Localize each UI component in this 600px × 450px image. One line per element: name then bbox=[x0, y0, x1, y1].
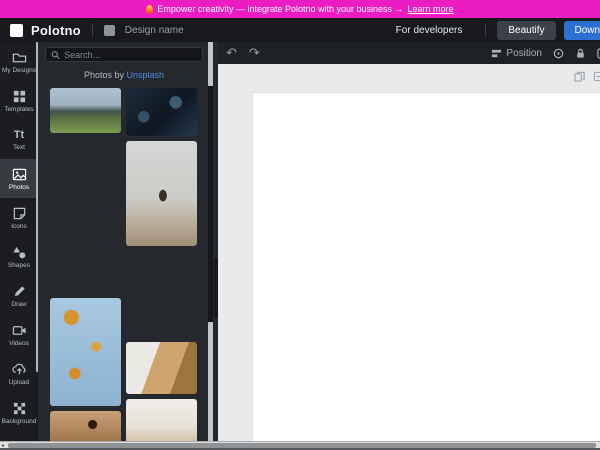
help-circle-icon[interactable] bbox=[553, 48, 564, 59]
photo-thumbnail[interactable] bbox=[50, 298, 121, 406]
divider bbox=[91, 23, 93, 37]
photo-thumbnail[interactable] bbox=[126, 88, 197, 136]
photo-thumbnail[interactable] bbox=[50, 138, 121, 186]
sidebar-item-background[interactable]: Background bbox=[0, 393, 38, 432]
sidebar-item-upload[interactable]: Upload bbox=[0, 354, 38, 393]
search-icon bbox=[51, 50, 60, 59]
flame-icon bbox=[146, 4, 154, 14]
divider bbox=[485, 23, 487, 37]
sidebar-item-draw[interactable]: Draw bbox=[0, 276, 38, 315]
panel-scrollbar-thumb[interactable] bbox=[208, 86, 213, 322]
photo-thumbnail[interactable] bbox=[50, 191, 121, 293]
design-name-field[interactable]: Design name bbox=[125, 25, 184, 36]
photo-icon bbox=[12, 168, 26, 180]
brand-title: Polotno bbox=[31, 22, 81, 38]
sidebar-item-my-designs[interactable]: My Designs bbox=[0, 42, 38, 81]
section-sidebar: My Designs Templates Tt Text Photos Icon… bbox=[0, 42, 38, 450]
sticker-icon bbox=[13, 207, 25, 219]
templates-grid-icon bbox=[13, 90, 25, 102]
sidebar-item-text[interactable]: Tt Text bbox=[0, 120, 38, 159]
canvas-toolbar: ↶ ↷ Position bbox=[218, 42, 600, 64]
polotno-editor-window: Empower creativity — integrate Polotno w… bbox=[0, 0, 600, 450]
search-box[interactable] bbox=[45, 47, 203, 62]
text-icon: Tt bbox=[13, 129, 25, 141]
photo-thumbnail[interactable] bbox=[126, 141, 197, 246]
polotno-logo bbox=[10, 23, 23, 37]
sidebar-item-icons[interactable]: Icons bbox=[0, 198, 38, 237]
sidebar-item-videos[interactable]: Videos bbox=[0, 315, 38, 354]
beautify-button[interactable]: Beautify bbox=[497, 20, 556, 40]
unsplash-link[interactable]: Unsplash bbox=[127, 70, 165, 80]
sidebar-item-templates[interactable]: Templates bbox=[0, 81, 38, 120]
promo-banner: Empower creativity — integrate Polotno w… bbox=[0, 0, 600, 18]
design-icon bbox=[103, 24, 115, 36]
checkerboard-icon bbox=[13, 402, 25, 414]
photo-grid bbox=[50, 88, 197, 450]
duplicate-page-icon[interactable] bbox=[574, 71, 585, 82]
search-input[interactable] bbox=[64, 49, 197, 60]
shapes-icon bbox=[12, 246, 25, 258]
redo-button[interactable]: ↷ bbox=[249, 42, 260, 64]
photos-panel: Photos by Unsplash bbox=[38, 42, 218, 450]
canvas-workspace[interactable] bbox=[218, 64, 600, 450]
undo-button[interactable]: ↶ bbox=[226, 42, 237, 64]
sidebar-item-photos[interactable]: Photos bbox=[0, 159, 38, 198]
photo-thumbnail[interactable] bbox=[126, 342, 197, 394]
photo-thumbnail[interactable] bbox=[50, 88, 121, 133]
lock-icon[interactable] bbox=[575, 48, 586, 59]
pencil-icon bbox=[14, 285, 25, 296]
download-button[interactable]: Download bbox=[563, 20, 600, 40]
folder-icon bbox=[12, 53, 26, 62]
design-page[interactable] bbox=[253, 93, 600, 442]
video-icon bbox=[12, 325, 26, 335]
photo-credit: Photos by Unsplash bbox=[83, 70, 165, 80]
photo-thumbnail[interactable] bbox=[126, 251, 197, 337]
delete-page-icon[interactable] bbox=[593, 71, 600, 82]
sidebar-item-shapes[interactable]: Shapes bbox=[0, 237, 38, 276]
align-icon bbox=[492, 49, 502, 57]
learn-more-link[interactable]: Learn more bbox=[408, 4, 454, 14]
page-controls bbox=[574, 71, 600, 82]
banner-text: Empower creativity — integrate Polotno w… bbox=[157, 4, 404, 14]
top-navbar: Polotno Design name For developers Beaut… bbox=[0, 18, 600, 42]
cloud-upload-icon bbox=[11, 363, 25, 374]
position-button[interactable]: Position bbox=[491, 48, 542, 59]
for-developers-link[interactable]: For developers bbox=[396, 25, 463, 36]
